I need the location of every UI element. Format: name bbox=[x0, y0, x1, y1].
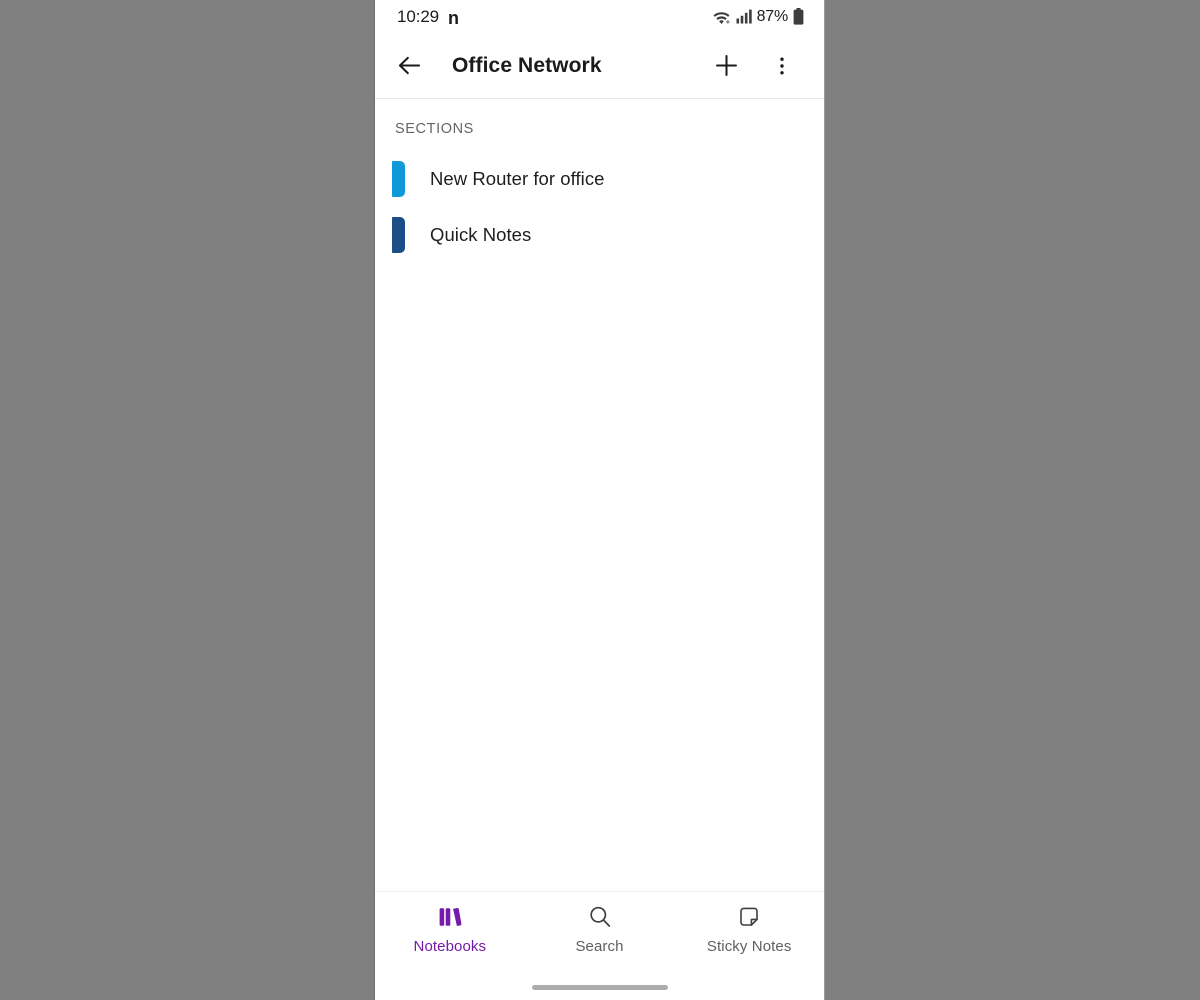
tab-sticky-notes[interactable]: Sticky Notes bbox=[674, 903, 824, 955]
add-button[interactable] bbox=[702, 42, 750, 90]
home-indicator[interactable] bbox=[531, 984, 668, 990]
notification-glyph: n bbox=[448, 7, 460, 28]
status-bar-left: 10:29 n bbox=[397, 7, 459, 27]
section-color-tab bbox=[392, 217, 405, 253]
phone-screen: 10:29 n 87% Office Network SECTIONS New … bbox=[374, 0, 825, 1000]
list-item[interactable]: New Router for office bbox=[375, 151, 824, 207]
tab-label-search: Search bbox=[575, 938, 624, 955]
sticky-notes-icon bbox=[736, 903, 762, 931]
tab-search[interactable]: Search bbox=[525, 903, 675, 955]
sections-header-label: SECTIONS bbox=[395, 121, 474, 137]
sections-pane: SECTIONS New Router for office Quick Not… bbox=[375, 99, 824, 891]
plus-icon bbox=[713, 52, 740, 79]
tab-label-sticky-notes: Sticky Notes bbox=[706, 938, 792, 955]
home-indicator-area bbox=[375, 974, 824, 1000]
battery-icon bbox=[793, 8, 804, 25]
section-title: New Router for office bbox=[430, 168, 605, 189]
overflow-menu-button[interactable] bbox=[758, 42, 806, 90]
status-time: 10:29 bbox=[397, 6, 440, 26]
section-title: Quick Notes bbox=[430, 224, 532, 245]
bottom-navigation-bar: Notebooks Search Sticky Notes bbox=[375, 892, 824, 974]
status-bar: 10:29 n 87% bbox=[375, 0, 824, 33]
more-vertical-icon bbox=[771, 55, 793, 77]
wifi-icon bbox=[712, 9, 731, 25]
section-color-tab bbox=[392, 161, 405, 197]
back-arrow-icon bbox=[396, 52, 423, 79]
list-item[interactable]: Quick Notes bbox=[375, 207, 824, 263]
cellular-signal-icon bbox=[736, 9, 752, 24]
app-bar: Office Network bbox=[375, 33, 824, 98]
status-bar-right: 87% bbox=[712, 8, 804, 26]
tab-label-notebooks: Notebooks bbox=[413, 938, 487, 955]
sections-list: New Router for office Quick Notes bbox=[375, 151, 824, 263]
notebooks-icon bbox=[436, 903, 464, 931]
tab-notebooks[interactable]: Notebooks bbox=[375, 903, 525, 955]
back-button[interactable] bbox=[385, 42, 433, 90]
battery-percent-label: 87% bbox=[756, 7, 789, 25]
app-bar-actions bbox=[702, 42, 806, 90]
search-icon bbox=[587, 903, 613, 931]
page-title: Office Network bbox=[452, 53, 602, 77]
